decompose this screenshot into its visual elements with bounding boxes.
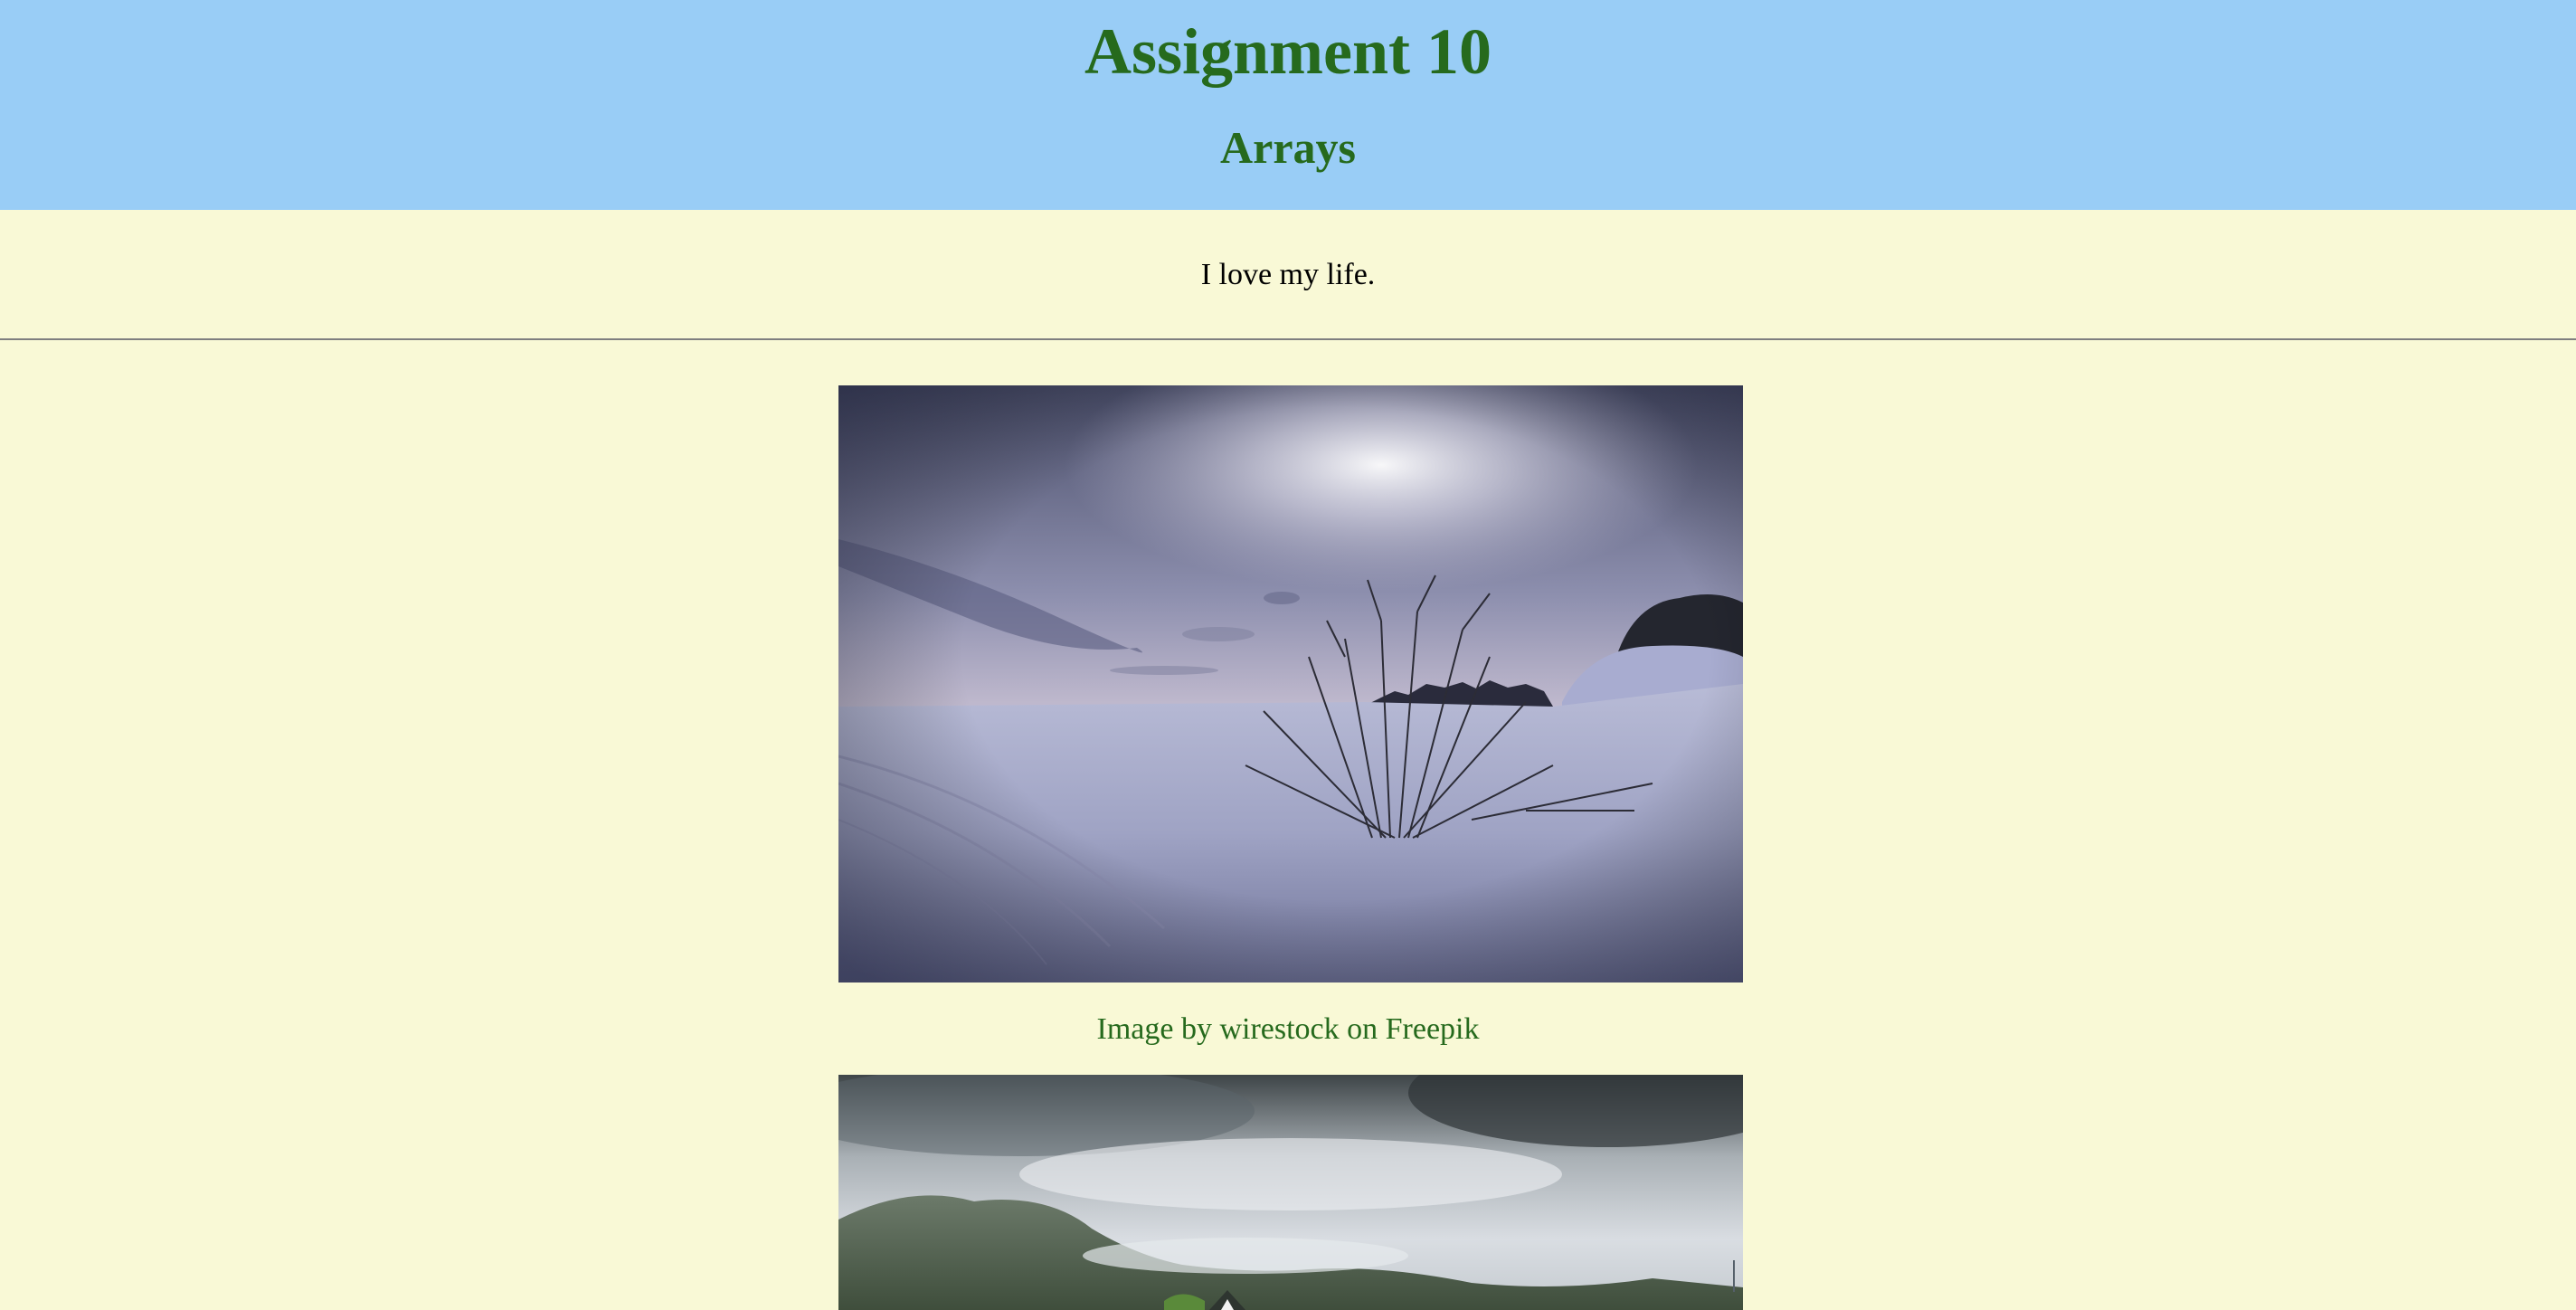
intro-text: I love my life.	[1200, 258, 1376, 291]
gallery-image-snowy-field	[838, 385, 1743, 982]
page-header: Assignment 10 Arrays	[0, 0, 2576, 210]
page-subtitle: Arrays	[1220, 122, 1356, 173]
page-title: Assignment 10	[1084, 15, 1492, 88]
gallery-image-mountains	[838, 1075, 1743, 1310]
image-caption: Image by wirestock on Freepik	[1096, 1012, 1480, 1046]
horizontal-divider	[0, 338, 2576, 340]
